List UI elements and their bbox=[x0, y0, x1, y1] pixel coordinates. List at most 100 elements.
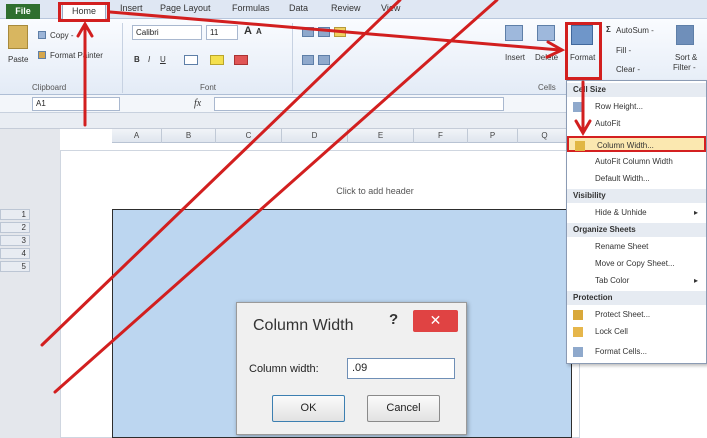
ok-button[interactable]: OK bbox=[272, 395, 345, 422]
row-header[interactable]: 4 bbox=[0, 248, 30, 259]
align-center-icon[interactable] bbox=[318, 55, 330, 65]
cancel-button[interactable]: Cancel bbox=[367, 395, 440, 422]
menu-item-column-width[interactable]: Column Width... bbox=[567, 136, 706, 152]
column-width-label: Column width: bbox=[249, 363, 319, 375]
menu-item-row-height[interactable]: Row Height... bbox=[567, 99, 706, 115]
sort-filter-label-1[interactable]: Sort & bbox=[675, 53, 697, 62]
menu-item-label: Rename Sheet bbox=[595, 242, 649, 251]
row-header[interactable]: 1 bbox=[0, 209, 30, 220]
menu-item-format-cells[interactable]: Format Cells... bbox=[567, 344, 706, 360]
menu-item-move-copy[interactable]: Move or Copy Sheet... bbox=[567, 256, 706, 272]
menu-section-visibility: Visibility bbox=[567, 189, 706, 203]
formula-input[interactable] bbox=[214, 97, 504, 111]
header-placeholder[interactable]: Click to add header bbox=[310, 186, 440, 196]
grow-font-button[interactable]: A bbox=[244, 25, 252, 37]
row-header[interactable]: 3 bbox=[0, 235, 30, 246]
column-header[interactable]: B bbox=[162, 129, 216, 143]
tab-page-layout[interactable]: Page Layout bbox=[160, 3, 211, 18]
menu-item-rename-sheet[interactable]: Rename Sheet bbox=[567, 239, 706, 255]
submenu-arrow-icon: ▸ bbox=[693, 208, 698, 217]
column-header[interactable]: E bbox=[348, 129, 414, 143]
row-header[interactable]: 2 bbox=[0, 222, 30, 233]
close-button[interactable]: ✕ bbox=[413, 310, 458, 332]
menu-item-label: Move or Copy Sheet... bbox=[595, 259, 675, 268]
name-box[interactable]: A1 bbox=[32, 97, 120, 111]
column-width-input[interactable]: .09 bbox=[347, 358, 455, 379]
row-headers: 1 2 3 4 5 bbox=[0, 209, 32, 279]
format-painter-button[interactable]: Format Painter bbox=[50, 51, 103, 60]
delete-cells-button[interactable]: Delete bbox=[535, 53, 558, 62]
italic-button[interactable]: I bbox=[148, 55, 150, 64]
shrink-font-button[interactable]: A bbox=[256, 27, 262, 36]
menu-item-label: Hide & Unhide bbox=[595, 208, 647, 217]
help-button[interactable]: ? bbox=[389, 311, 398, 328]
protect-sheet-icon bbox=[573, 310, 583, 320]
row-height-icon bbox=[573, 102, 583, 112]
font-color-icon[interactable] bbox=[234, 55, 248, 65]
clear-button[interactable]: Clear - bbox=[616, 65, 640, 74]
column-header[interactable]: P bbox=[468, 129, 518, 143]
autosum-button[interactable]: AutoSum - bbox=[616, 26, 654, 35]
paste-icon[interactable] bbox=[8, 25, 28, 49]
column-header[interactable]: Q bbox=[518, 129, 572, 143]
sort-filter-icon[interactable] bbox=[676, 25, 694, 45]
dialog-title: Column Width bbox=[253, 317, 354, 334]
column-header[interactable]: D bbox=[282, 129, 348, 143]
menu-section-organize: Organize Sheets bbox=[567, 223, 706, 237]
column-header[interactable]: A bbox=[112, 129, 162, 143]
tab-formulas[interactable]: Formulas bbox=[232, 3, 270, 18]
menu-item-label: Lock Cell bbox=[595, 327, 628, 336]
align-left-icon[interactable] bbox=[302, 55, 314, 65]
menu-item-label: AutoFit bbox=[595, 119, 621, 128]
column-header[interactable]: F bbox=[414, 129, 468, 143]
fill-color-icon[interactable] bbox=[210, 55, 224, 65]
menu-item-autofit-row[interactable]: AutoFit bbox=[567, 116, 706, 132]
align-middle-icon[interactable] bbox=[318, 27, 330, 37]
annotation-box-format bbox=[565, 22, 602, 80]
underline-button[interactable]: U bbox=[160, 55, 166, 64]
tab-insert[interactable]: Insert bbox=[120, 3, 143, 18]
fill-button[interactable]: Fill - bbox=[616, 46, 631, 55]
tab-data[interactable]: Data bbox=[289, 3, 308, 18]
insert-function-icon[interactable]: fx bbox=[194, 98, 201, 109]
row-header[interactable]: 5 bbox=[0, 261, 30, 272]
tab-review[interactable]: Review bbox=[331, 3, 361, 18]
sort-filter-label-2[interactable]: Filter - bbox=[673, 63, 696, 72]
menu-item-lock-cell[interactable]: Lock Cell bbox=[567, 324, 706, 340]
delete-cells-icon[interactable] bbox=[537, 25, 555, 41]
annotation-box-home bbox=[58, 2, 110, 22]
insert-cells-button[interactable]: Insert bbox=[505, 53, 525, 62]
align-top-icon[interactable] bbox=[302, 27, 314, 37]
clipboard-group-label: Clipboard bbox=[32, 83, 67, 92]
copy-button[interactable]: Copy - bbox=[50, 31, 74, 40]
paste-button[interactable]: Paste bbox=[8, 55, 28, 64]
menu-item-label: Format Cells... bbox=[595, 347, 648, 356]
cells-group-label: Cells bbox=[538, 83, 556, 92]
wrap-text-icon[interactable] bbox=[334, 27, 346, 37]
format-cells-menu-icon bbox=[573, 347, 583, 357]
lock-icon bbox=[573, 327, 583, 337]
borders-icon[interactable] bbox=[184, 55, 198, 65]
menu-item-label: Tab Color bbox=[595, 276, 630, 285]
sigma-icon: Σ bbox=[606, 25, 611, 34]
font-name-box[interactable]: Calibri bbox=[132, 25, 202, 40]
menu-item-hide-unhide[interactable]: Hide & Unhide ▸ bbox=[567, 205, 706, 221]
bold-button[interactable]: B bbox=[134, 55, 140, 64]
menu-item-label: Row Height... bbox=[595, 102, 644, 111]
insert-cells-icon[interactable] bbox=[505, 25, 523, 41]
column-header[interactable]: C bbox=[216, 129, 282, 143]
menu-item-label: AutoFit Column Width bbox=[595, 157, 673, 166]
tab-file[interactable]: File bbox=[6, 4, 40, 19]
menu-item-protect-sheet[interactable]: Protect Sheet... bbox=[567, 307, 706, 323]
column-headers: A B C D E F P Q bbox=[112, 129, 572, 143]
format-dropdown-menu: Cell Size Row Height... AutoFit Column W… bbox=[566, 80, 707, 364]
menu-item-autofit-column[interactable]: AutoFit Column Width bbox=[567, 154, 706, 170]
menu-item-label: Column Width... bbox=[597, 141, 654, 150]
column-width-icon bbox=[575, 141, 585, 151]
tab-view[interactable]: View bbox=[381, 3, 400, 18]
menu-item-tab-color[interactable]: Tab Color ▸ bbox=[567, 273, 706, 289]
menu-item-default-width[interactable]: Default Width... bbox=[567, 171, 706, 187]
font-size-box[interactable]: 11 bbox=[206, 25, 238, 40]
format-painter-icon bbox=[38, 51, 46, 59]
menu-item-label: Default Width... bbox=[595, 174, 650, 183]
